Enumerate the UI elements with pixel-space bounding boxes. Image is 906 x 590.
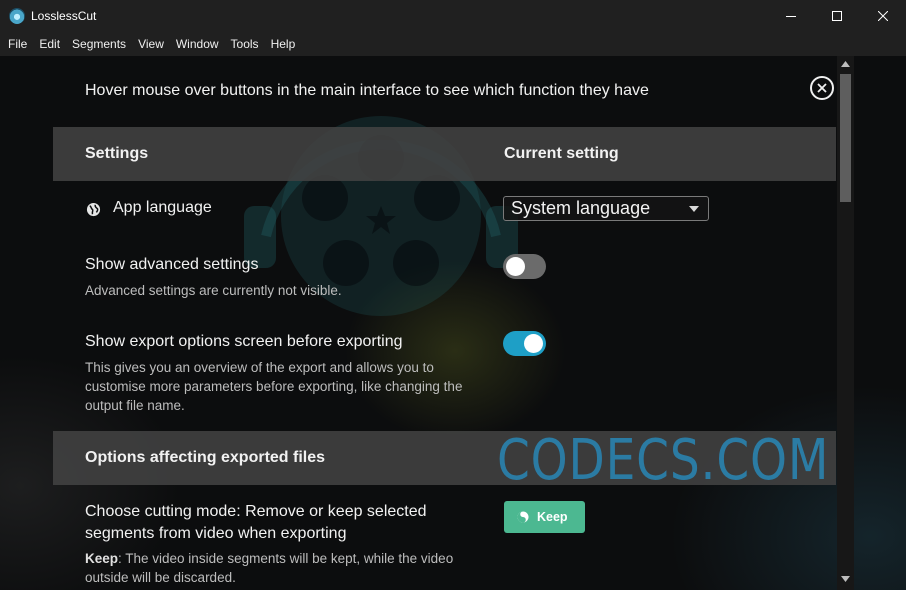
app-language-value: System language: [511, 198, 651, 218]
settings-header-row: Settings Current setting: [53, 127, 836, 181]
advanced-settings-description: Advanced settings are currently not visi…: [85, 283, 342, 298]
scrollbar-thumb[interactable]: [840, 74, 851, 202]
cutting-mode-label: Choose cutting mode: Remove or keep sele…: [85, 503, 427, 542]
minimize-icon: [786, 16, 796, 17]
window-title: LosslessCut: [31, 9, 97, 23]
chevron-down-icon: [689, 206, 699, 212]
settings-panel: Hover mouse over buttons in the main int…: [0, 56, 906, 590]
cutting-mode-desc-bold: Keep: [85, 551, 119, 566]
toggle-knob: [506, 257, 525, 276]
settings-column-header: Settings: [85, 145, 149, 162]
close-icon: [878, 11, 888, 21]
scroll-down-icon[interactable]: [841, 576, 850, 582]
keep-mode-label: Keep: [537, 510, 568, 524]
menu-view[interactable]: View: [132, 32, 170, 56]
window-controls: [768, 0, 906, 32]
globe-icon: [86, 202, 101, 217]
menu-file[interactable]: File: [2, 32, 33, 56]
menu-bar: File Edit Segments View Window Tools Hel…: [0, 32, 906, 56]
app-language-label: App language: [113, 199, 212, 216]
maximize-button[interactable]: [814, 0, 860, 32]
export-options-screen-description: This gives you an overview of the export…: [85, 360, 463, 413]
maximize-icon: [832, 11, 842, 21]
close-icon: [817, 83, 827, 93]
toggle-knob: [524, 334, 543, 353]
export-options-screen-toggle[interactable]: [503, 331, 546, 356]
keep-mode-button[interactable]: Keep: [504, 501, 585, 533]
cutting-mode-desc-rest: : The video inside segments will be kept…: [85, 551, 454, 585]
vertical-scrollbar[interactable]: [837, 56, 854, 590]
menu-tools[interactable]: Tools: [225, 32, 265, 56]
scroll-up-icon[interactable]: [841, 61, 850, 67]
advanced-settings-toggle[interactable]: [503, 254, 546, 279]
close-window-button[interactable]: [860, 0, 906, 32]
current-setting-column-header: Current setting: [504, 145, 619, 162]
advanced-settings-label: Show advanced settings: [85, 256, 259, 273]
minimize-button[interactable]: [768, 0, 814, 32]
menu-help[interactable]: Help: [265, 32, 302, 56]
menu-segments[interactable]: Segments: [66, 32, 132, 56]
menu-window[interactable]: Window: [170, 32, 225, 56]
hint-text: Hover mouse over buttons in the main int…: [85, 82, 649, 99]
cutting-mode-description: Keep: The video inside segments will be …: [85, 549, 465, 587]
section-title: Options affecting exported files: [85, 449, 326, 466]
close-settings-button[interactable]: [810, 76, 834, 100]
menu-edit[interactable]: Edit: [33, 32, 66, 56]
title-bar: LosslessCut: [0, 0, 906, 32]
export-options-screen-label: Show export options screen before export…: [85, 333, 403, 350]
app-logo-icon: [9, 8, 25, 24]
yin-yang-icon: [517, 511, 529, 523]
app-language-select[interactable]: System language: [503, 196, 709, 221]
codecs-watermark: CODECS.COM: [497, 428, 830, 493]
